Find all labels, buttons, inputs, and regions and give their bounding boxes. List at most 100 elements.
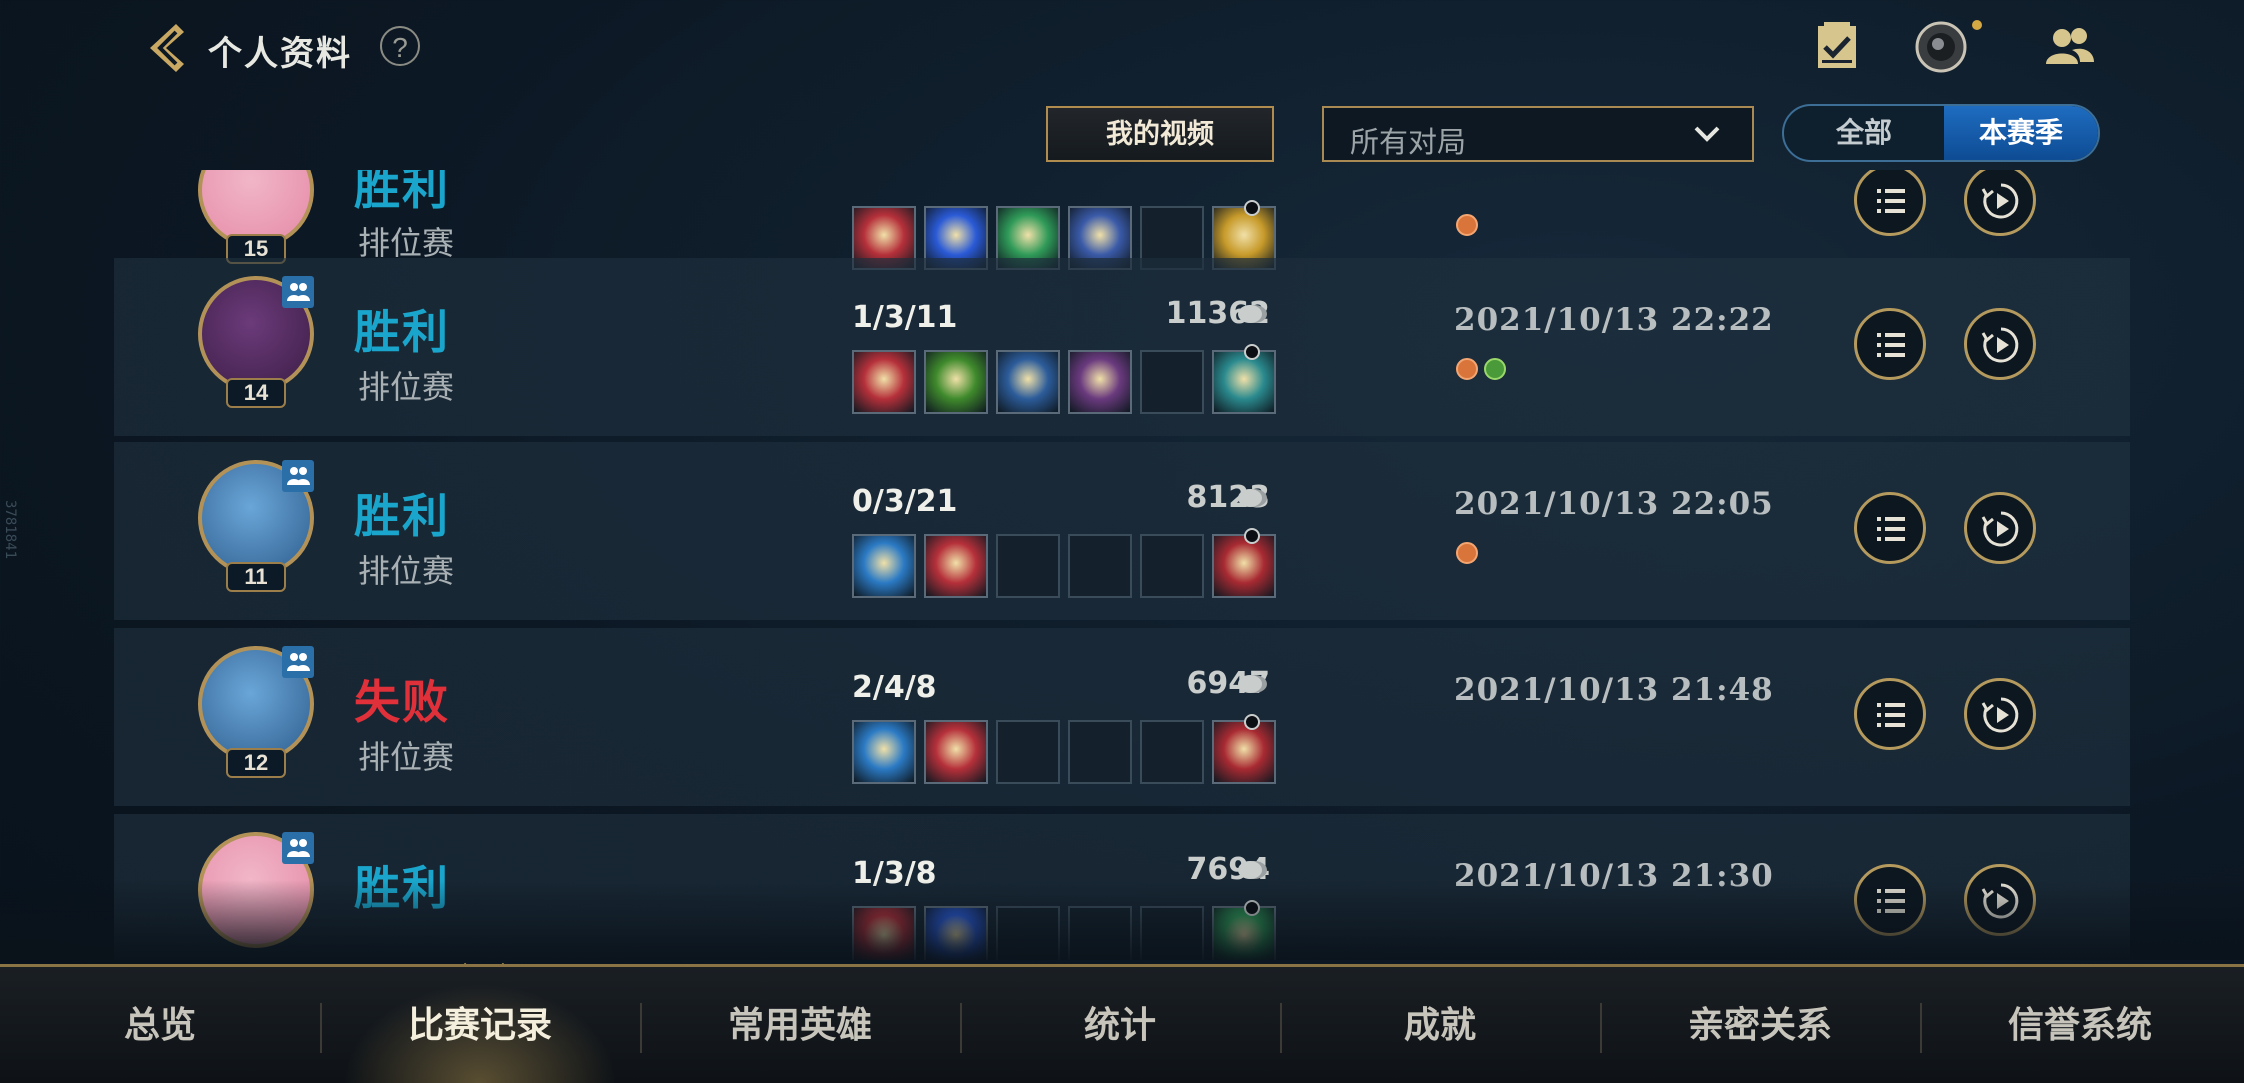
toggle-current-season[interactable]: 本赛季 — [1944, 106, 2098, 160]
tab-divider — [320, 1003, 322, 1053]
spell-icon — [1484, 358, 1506, 380]
item-slot[interactable] — [1140, 534, 1204, 598]
tab-divider — [1280, 1003, 1282, 1053]
filter-value: 所有对局 — [1350, 127, 1467, 159]
match-datetime: 2021/10/13 22:22 — [1454, 302, 1774, 338]
game-mode: 排位赛 — [358, 369, 455, 405]
item-slot[interactable] — [852, 720, 916, 784]
trinket-slot[interactable] — [1212, 344, 1276, 414]
item-slot[interactable] — [1068, 350, 1132, 414]
match-replay-button[interactable] — [1964, 864, 2036, 936]
item-slot[interactable] — [924, 350, 988, 414]
champion-level-badge: 11 — [226, 562, 286, 592]
champion-avatar-group[interactable]: 15 — [198, 170, 314, 272]
replay-icon — [1981, 183, 2019, 219]
spell-icon — [1456, 542, 1478, 564]
match-list[interactable]: 15 胜利 排位赛 14 胜利 排位赛 1/3/11 11362 2021/10/13 22:2… — [0, 170, 2244, 960]
tab-6[interactable]: 亲密关系 — [1600, 967, 1920, 1083]
match-result: 胜利 — [354, 306, 450, 358]
match-datetime: 2021/10/13 21:30 — [1454, 858, 1774, 894]
match-row[interactable]: 14 胜利 排位赛 1/3/11 11362 2021/10/13 22:22 — [114, 258, 2130, 436]
list-icon — [1877, 189, 1905, 213]
item-slot[interactable] — [1068, 534, 1132, 598]
gold-coin-icon — [1238, 489, 1267, 507]
trinket-slot[interactable] — [1212, 900, 1276, 960]
tab-divider — [1920, 1003, 1922, 1053]
party-people-icon — [287, 467, 310, 485]
friends-icon[interactable] — [2042, 20, 2096, 74]
item-slot[interactable] — [1068, 720, 1132, 784]
item-slot[interactable] — [1068, 906, 1132, 960]
game-mode: 排位赛 — [358, 739, 455, 775]
item-slot[interactable] — [852, 350, 916, 414]
tab-5[interactable]: 成就 — [1280, 967, 1600, 1083]
trinket-slot[interactable] — [1212, 714, 1276, 784]
tab-divider — [1600, 1003, 1602, 1053]
toggle-all[interactable]: 全部 — [1784, 106, 1944, 160]
match-row[interactable]: 胜利 1/3/8 7694 2021/10/13 21:30 — [114, 814, 2130, 960]
tab-divider — [960, 1003, 962, 1053]
match-datetime: 2021/10/13 22:05 — [1454, 486, 1774, 522]
match-row[interactable]: 11 胜利 排位赛 0/3/21 8123 2021/10/13 22:05 — [114, 442, 2130, 620]
premade-party-icon — [282, 460, 314, 492]
my-videos-button[interactable]: 我的视频 — [1046, 106, 1274, 162]
match-details-button[interactable] — [1854, 170, 1926, 236]
match-replay-button[interactable] — [1964, 492, 2036, 564]
item-slot[interactable] — [996, 350, 1060, 414]
trinket-indicator — [1244, 528, 1260, 544]
help-icon[interactable]: ? — [380, 26, 420, 66]
profile-emblem-icon[interactable] — [1914, 20, 1968, 74]
item-slot[interactable] — [852, 906, 916, 960]
match-result: 失败 — [354, 676, 450, 728]
match-details-button[interactable] — [1854, 678, 1926, 750]
item-slot[interactable] — [924, 534, 988, 598]
list-icon — [1877, 889, 1905, 913]
match-datetime: 2021/10/13 21:48 — [1454, 672, 1774, 708]
match-replay-button[interactable] — [1964, 170, 2036, 236]
kda-score: 0/3/21 — [852, 484, 958, 519]
back-arrow-icon[interactable] — [136, 18, 196, 78]
match-replay-button[interactable] — [1964, 308, 2036, 380]
chevron-down-icon — [1694, 126, 1720, 142]
replay-icon — [1981, 511, 2019, 547]
trinket-indicator — [1244, 900, 1260, 916]
match-details-button[interactable] — [1854, 864, 1926, 936]
gold-coin-icon — [1238, 861, 1267, 879]
kda-score: 1/3/8 — [852, 856, 937, 891]
mission-checklist-icon[interactable] — [1810, 20, 1864, 74]
gold-coin-icon — [1238, 675, 1267, 693]
kda-score: 1/3/11 — [852, 300, 958, 335]
game-mode: 排位赛 — [358, 553, 455, 589]
champion-level-badge: 14 — [226, 378, 286, 408]
match-result: 胜利 — [354, 862, 450, 914]
kda-score: 2/4/8 — [852, 670, 937, 705]
match-details-button[interactable] — [1854, 492, 1926, 564]
match-details-button[interactable] — [1854, 308, 1926, 380]
season-toggle: 全部 本赛季 — [1782, 104, 2100, 162]
tab-3[interactable]: 常用英雄 — [640, 967, 960, 1083]
list-icon — [1877, 703, 1905, 727]
page-title: 个人资料 — [208, 35, 352, 73]
item-slot[interactable] — [1140, 350, 1204, 414]
item-slot[interactable] — [996, 906, 1060, 960]
item-slot[interactable] — [924, 906, 988, 960]
tab-1[interactable]: 总览 — [0, 967, 320, 1083]
gold-coin-icon — [1238, 305, 1267, 323]
match-result: 胜利 — [354, 490, 450, 542]
tab-2[interactable]: 比赛记录 — [320, 967, 640, 1083]
tab-4[interactable]: 统计 — [960, 967, 1280, 1083]
item-slot[interactable] — [1140, 720, 1204, 784]
item-slot[interactable] — [996, 534, 1060, 598]
match-filter-select[interactable]: 所有对局 — [1322, 106, 1754, 162]
trinket-slot[interactable] — [1212, 528, 1276, 598]
trinket-indicator — [1244, 714, 1260, 730]
party-people-icon — [287, 283, 310, 301]
item-slot[interactable] — [1140, 906, 1204, 960]
item-slot[interactable] — [924, 720, 988, 784]
match-replay-button[interactable] — [1964, 678, 2036, 750]
premade-party-icon — [282, 646, 314, 678]
match-row[interactable]: 12 失败 排位赛 2/4/8 6947 2021/10/13 21:48 — [114, 628, 2130, 806]
tab-7[interactable]: 信誉系统 — [1920, 967, 2240, 1083]
item-slot[interactable] — [996, 720, 1060, 784]
item-slot[interactable] — [852, 534, 916, 598]
